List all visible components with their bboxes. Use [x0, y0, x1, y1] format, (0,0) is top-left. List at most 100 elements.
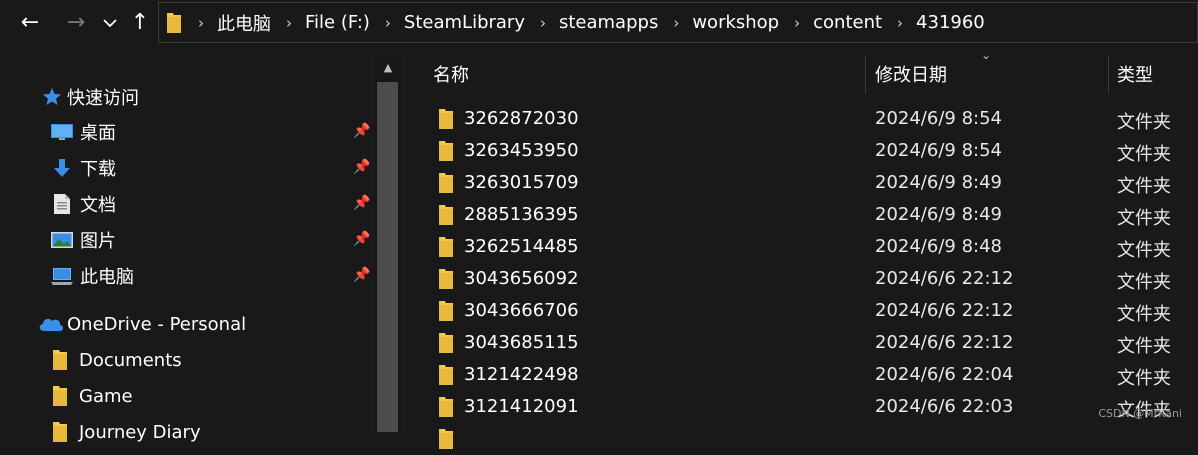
- sidebar-item-documents[interactable]: 文档 📌: [0, 186, 375, 222]
- file-row[interactable]: 3262872030 2024/6/9 8:54 文件夹: [403, 103, 1198, 135]
- forward-button[interactable]: →: [62, 9, 90, 37]
- navigation-pane-scrollbar[interactable]: ▲: [375, 56, 401, 432]
- watermark: CSDN @MrKani: [1098, 407, 1182, 420]
- breadcrumb-steamapps[interactable]: steamapps: [557, 12, 660, 33]
- folder-icon: [439, 397, 453, 417]
- breadcrumb-separator[interactable]: ›: [660, 14, 690, 32]
- file-type: 文件夹: [1117, 240, 1171, 261]
- sidebar-item-downloads[interactable]: 下载 📌: [0, 150, 375, 186]
- breadcrumb-separator[interactable]: ›: [185, 14, 215, 32]
- sidebar-item-onedrive-journey-diary[interactable]: Journey Diary: [0, 414, 375, 450]
- breadcrumb-current-folder[interactable]: 431960: [914, 12, 987, 33]
- back-button[interactable]: ←: [16, 9, 44, 37]
- file-row[interactable]: 2885136395 2024/6/9 8:49 文件夹: [403, 199, 1198, 231]
- file-date-modified: 2024/6/6 22:03: [875, 396, 1014, 417]
- file-name[interactable]: 3043656092: [464, 268, 579, 289]
- computer-icon: [51, 265, 73, 287]
- file-name[interactable]: 3263015709: [464, 172, 579, 193]
- sidebar-item-this-pc[interactable]: 此电脑 📌: [0, 258, 375, 294]
- file-type: 文件夹: [1117, 208, 1171, 229]
- file-row[interactable]: 3043656092 2024/6/6 22:12 文件夹: [403, 263, 1198, 295]
- folder-icon: [439, 109, 453, 129]
- address-bar[interactable]: › 此电脑 › File (F:) › SteamLibrary › steam…: [158, 2, 1198, 43]
- file-row[interactable]: 3263015709 2024/6/9 8:49 文件夹: [403, 167, 1198, 199]
- file-row[interactable]: 3263453950 2024/6/9 8:54 文件夹: [403, 135, 1198, 167]
- column-divider[interactable]: [1108, 56, 1109, 94]
- file-date-modified: 2024/6/9 8:49: [875, 172, 1002, 193]
- navigation-bar: ← → ↑ › 此电脑 › File (F:) › SteamLibrary ›…: [0, 0, 1198, 46]
- file-name[interactable]: 3043685115: [464, 332, 579, 353]
- picture-icon: [51, 229, 73, 251]
- document-icon: [51, 193, 73, 215]
- sidebar-item-label: 文档: [80, 195, 116, 216]
- file-row[interactable]: 3121422498 2024/6/6 22:04 文件夹: [403, 359, 1198, 391]
- file-date-modified: 2024/6/6 22:04: [875, 364, 1014, 385]
- navigation-pane: 快速访问 桌面 📌 下载 📌 文档 📌 图片 📌 此电脑 📌 OneDrive …: [0, 46, 375, 443]
- sidebar-item-onedrive[interactable]: OneDrive - Personal: [0, 306, 375, 342]
- breadcrumb-separator[interactable]: ›: [781, 14, 811, 32]
- column-divider[interactable]: [865, 56, 866, 94]
- column-header-type[interactable]: 类型: [1117, 55, 1153, 93]
- folder-icon: [439, 205, 453, 225]
- folder-icon: [439, 365, 453, 385]
- pin-icon[interactable]: 📌: [353, 159, 371, 177]
- folder-icon: [439, 333, 453, 353]
- file-date-modified: 2024/6/9 8:54: [875, 140, 1002, 161]
- breadcrumb-steamlibrary[interactable]: SteamLibrary: [402, 12, 527, 33]
- breadcrumb-workshop[interactable]: workshop: [690, 12, 781, 33]
- sort-indicator-icon: ⌄: [981, 48, 992, 62]
- file-date-modified: 2024/6/6 22:12: [875, 332, 1014, 353]
- sidebar-item-desktop[interactable]: 桌面 📌: [0, 114, 375, 150]
- breadcrumb-separator[interactable]: ›: [273, 14, 303, 32]
- breadcrumb-content[interactable]: content: [811, 12, 884, 33]
- recent-locations-button[interactable]: [96, 9, 124, 37]
- folder-icon: [439, 141, 453, 161]
- file-type: 文件夹: [1117, 112, 1171, 133]
- download-icon: [51, 157, 73, 179]
- scrollbar-thumb[interactable]: [377, 82, 398, 432]
- file-name[interactable]: 3043666706: [464, 300, 579, 321]
- folder-icon: [439, 237, 453, 257]
- file-row[interactable]: 3121412091 2024/6/6 22:03 文件夹: [403, 391, 1198, 423]
- file-row[interactable]: 3262514485 2024/6/9 8:48 文件夹: [403, 231, 1198, 263]
- folder-icon: [439, 173, 453, 193]
- file-type: 文件夹: [1117, 304, 1171, 325]
- sidebar-item-quick-access[interactable]: 快速访问: [0, 79, 375, 115]
- up-button[interactable]: ↑: [126, 9, 154, 37]
- file-name[interactable]: 3263453950: [464, 140, 579, 161]
- pin-icon[interactable]: 📌: [353, 231, 371, 249]
- file-type: 文件夹: [1117, 368, 1171, 389]
- file-name[interactable]: 2885136395: [464, 204, 579, 225]
- pin-icon[interactable]: 📌: [353, 267, 371, 285]
- breadcrumb-separator[interactable]: ›: [527, 14, 557, 32]
- column-header-name[interactable]: 名称: [433, 55, 469, 93]
- breadcrumb-drive[interactable]: File (F:): [303, 12, 372, 33]
- column-header-date-modified[interactable]: 修改日期: [875, 55, 947, 93]
- breadcrumb-separator[interactable]: ›: [372, 14, 402, 32]
- sidebar-item-onedrive-documents[interactable]: Documents: [0, 342, 375, 378]
- file-row[interactable]: 3043685115 2024/6/6 22:12 文件夹: [403, 327, 1198, 359]
- sidebar-item-label: Journey Diary: [79, 421, 201, 443]
- file-name[interactable]: 3121412091: [464, 396, 579, 417]
- breadcrumb-separator[interactable]: ›: [884, 14, 914, 32]
- file-type: 文件夹: [1117, 144, 1171, 165]
- pin-icon[interactable]: 📌: [353, 123, 371, 141]
- scroll-up-arrow[interactable]: ▲: [375, 56, 401, 78]
- file-date-modified: 2024/6/9 8:54: [875, 108, 1002, 129]
- file-name[interactable]: 3262872030: [464, 108, 579, 129]
- file-name[interactable]: 3121422498: [464, 364, 579, 385]
- sidebar-item-onedrive-game[interactable]: Game: [0, 378, 375, 414]
- file-name[interactable]: 3262514485: [464, 236, 579, 257]
- file-type: 文件夹: [1117, 336, 1171, 357]
- cloud-icon: [38, 315, 64, 333]
- pin-icon[interactable]: 📌: [353, 195, 371, 213]
- file-row[interactable]: 3043666706 2024/6/6 22:12 文件夹: [403, 295, 1198, 327]
- folder-icon: [53, 421, 67, 443]
- breadcrumb-this-pc[interactable]: 此电脑: [215, 10, 273, 36]
- sidebar-item-label: OneDrive - Personal: [67, 313, 247, 335]
- sidebar-item-pictures[interactable]: 图片 📌: [0, 222, 375, 258]
- desktop-icon: [51, 121, 73, 143]
- folder-icon: [167, 12, 181, 33]
- file-list: ⌄ 名称 修改日期 类型 3262872030 2024/6/9 8:54 文件夹 3…: [403, 46, 1198, 449]
- file-row[interactable]: [403, 423, 1198, 455]
